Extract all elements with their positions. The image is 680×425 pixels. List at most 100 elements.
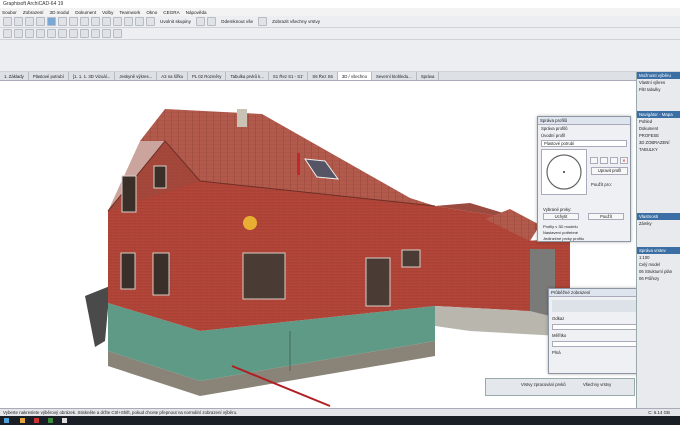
mirror-icon[interactable]	[91, 29, 100, 38]
menu-item[interactable]: Okno	[146, 10, 157, 15]
duplicate-icon[interactable]	[600, 157, 608, 164]
window	[153, 165, 167, 189]
edit-profile-button[interactable]: Upravit profil	[591, 167, 628, 175]
layer-icon[interactable]	[146, 17, 155, 26]
toolbar-area	[0, 40, 680, 72]
redo-icon[interactable]	[80, 17, 89, 26]
menu-item[interactable]: Volby	[102, 10, 113, 15]
tab-view[interactable]: Severní ktohledu...	[372, 72, 417, 80]
menu-item[interactable]: 3D modul	[50, 10, 70, 15]
profile-select[interactable]: Plastové potrubí	[541, 140, 627, 147]
show-all-layers-button[interactable]: Zobrazit všechny vrstvy	[269, 19, 323, 24]
delete-icon[interactable]: ✕	[620, 157, 628, 164]
scale-input[interactable]	[552, 341, 637, 347]
unlock-all-button[interactable]: Odemknout vše	[218, 19, 256, 24]
trim-icon[interactable]	[58, 29, 67, 38]
archicad-icon[interactable]	[62, 418, 67, 423]
status-text: Vyberte nakreslete výběrový obrázek. Sti…	[3, 410, 238, 415]
new-profile-icon[interactable]	[590, 157, 598, 164]
tab-view[interactable]: PL 02 Rozměry	[188, 72, 227, 80]
navigator-item[interactable]: Celý model	[637, 261, 680, 268]
roof-icon[interactable]	[124, 17, 133, 26]
window	[152, 252, 170, 296]
tab-view[interactable]: Plastové potrubí	[29, 72, 69, 80]
rotate-icon[interactable]	[80, 29, 89, 38]
tab-view[interactable]: S1 Řez S1 - S1'	[269, 72, 309, 80]
disk-space: C: 6.14 GB	[648, 410, 670, 415]
show-groups-button[interactable]: Uvolnit skupiny	[157, 19, 194, 24]
navigator-item[interactable]: Filtr tabulky	[637, 86, 680, 93]
view-icon[interactable]	[135, 17, 144, 26]
grab-button[interactable]: Uchytit	[543, 213, 579, 220]
navigator-item[interactable]: 06 Průřezy	[637, 275, 680, 282]
navigator-item[interactable]: Pohled	[637, 118, 680, 125]
explorer-icon[interactable]	[20, 418, 25, 423]
menu-item[interactable]: Nápověda	[186, 10, 207, 15]
navigator-item[interactable]: 06 Strukturní plán	[637, 268, 680, 275]
menu-item[interactable]: Soubor	[2, 10, 17, 15]
rename-icon[interactable]	[610, 157, 618, 164]
navigator-item[interactable]: Vlastní výkres	[637, 79, 680, 86]
tab-view[interactable]: S6 Řez S6	[308, 72, 338, 80]
apply-button[interactable]: Použít	[588, 213, 624, 220]
menu-item[interactable]: Teamwork	[119, 10, 140, 15]
app-icon[interactable]	[48, 418, 53, 423]
window	[242, 252, 286, 300]
group-icon[interactable]	[206, 17, 216, 26]
navigator-item[interactable]: Dokument	[637, 125, 680, 132]
menu-item[interactable]: Zobrazení	[23, 10, 44, 15]
print-icon[interactable]	[36, 17, 45, 26]
navigator-panel: Možnosti výběru Vlastní výkres Filtr tab…	[636, 72, 680, 408]
undo-icon[interactable]	[69, 17, 78, 26]
layer-combo[interactable]: Vrstvy zpracování prvků	[521, 382, 566, 387]
column-icon[interactable]	[102, 17, 111, 26]
navigator-item[interactable]: Zámky	[637, 220, 680, 227]
window	[401, 249, 421, 268]
measure-icon[interactable]	[47, 29, 56, 38]
preview-dialog[interactable]: Průběžné zobrazení Odkaz Měřítko Plná	[548, 288, 641, 374]
open-icon[interactable]	[14, 17, 23, 26]
preview-toolbar[interactable]	[552, 300, 637, 312]
window	[121, 175, 137, 213]
menu-item[interactable]: Dokument	[75, 10, 96, 15]
grid-icon[interactable]	[36, 29, 45, 38]
layer-bar: Vrstvy zpracování prvků Všechny vrstvy	[485, 378, 635, 396]
lock-icon[interactable]	[195, 17, 205, 26]
tab-view[interactable]: 1. Základy	[0, 72, 29, 80]
tab-view[interactable]: [1. 1. 1. 3D Vizuál...	[69, 72, 116, 80]
tab-view[interactable]: Správa	[417, 72, 440, 80]
tab-view[interactable]: A3 na šířku	[157, 72, 188, 80]
offset-icon[interactable]	[69, 29, 78, 38]
door	[365, 257, 391, 307]
arrow-icon[interactable]	[47, 17, 56, 26]
save-icon[interactable]	[25, 17, 34, 26]
layer-set-combo[interactable]: Všechny vrstvy	[583, 382, 611, 387]
app-icon[interactable]	[34, 418, 39, 423]
wall-icon[interactable]	[91, 17, 100, 26]
navigator-item[interactable]: 1:100	[637, 254, 680, 261]
tab-view[interactable]: Jeskyně výkres...	[115, 72, 158, 80]
move-icon[interactable]	[113, 29, 122, 38]
tree-item[interactable]: Jedinečné prvky profilu	[540, 235, 587, 242]
tab-view[interactable]: Tabulka prvků k...	[226, 72, 269, 80]
start-icon[interactable]	[4, 418, 9, 423]
snap-icon[interactable]	[25, 29, 34, 38]
window-title: Graphisoft ArchiCAD-64 19	[3, 1, 64, 7]
preview-label: Odkaz	[552, 316, 565, 321]
pointer-icon[interactable]	[3, 29, 12, 38]
selection-label: Vybrané prvky:	[543, 207, 572, 212]
menu-item[interactable]: CEGRA	[163, 10, 179, 15]
navigator-item[interactable]: PROFESE	[637, 132, 680, 139]
slab-icon[interactable]	[113, 17, 122, 26]
selection-icon[interactable]	[14, 29, 23, 38]
navigator-item[interactable]: TABULKY	[637, 146, 680, 153]
navigator-item[interactable]: 3D ZOBRAZENÍ	[637, 139, 680, 146]
profile-preview	[541, 149, 587, 195]
layers-icon[interactable]	[258, 17, 268, 26]
tab-3d-active[interactable]: 3D / všechno	[337, 72, 372, 80]
slider-input[interactable]	[552, 324, 637, 330]
marquee-icon[interactable]	[58, 17, 67, 26]
profile-manager-dialog[interactable]: Správa profilů Správa profilů Úvodní pro…	[537, 116, 631, 242]
new-icon[interactable]	[3, 17, 12, 26]
resize-icon[interactable]	[102, 29, 111, 38]
